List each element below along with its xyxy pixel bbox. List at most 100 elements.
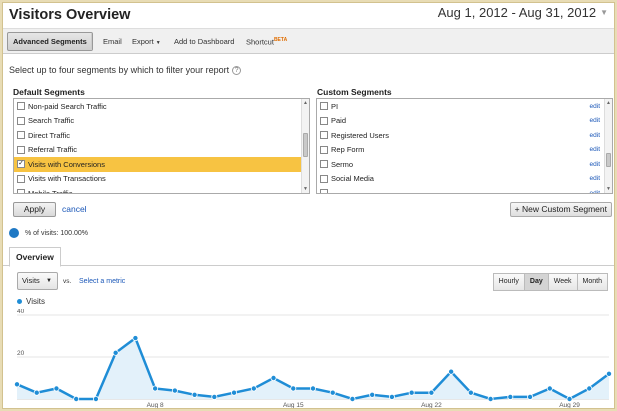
- edit-segment-link[interactable]: edit: [590, 117, 600, 124]
- segment-checkbox[interactable]: [17, 189, 25, 193]
- custom-segment-item[interactable]: PI edit: [317, 99, 612, 114]
- visits-point[interactable]: [428, 389, 435, 396]
- edit-segment-link[interactable]: edit: [590, 175, 600, 182]
- visits-point[interactable]: [112, 349, 119, 356]
- segment-checkbox[interactable]: [320, 160, 328, 169]
- edit-segment-link[interactable]: edit: [590, 190, 600, 193]
- default-segment-item[interactable]: Mobile Traffic: [14, 186, 309, 193]
- granularity-month-button[interactable]: Month: [576, 273, 608, 291]
- scrollbar-thumb[interactable]: [606, 153, 611, 167]
- visits-point[interactable]: [369, 391, 376, 398]
- visits-point[interactable]: [586, 385, 593, 392]
- segment-instructions: Select up to four segments by which to f…: [9, 65, 242, 75]
- default-segment-item[interactable]: Visits with Transactions: [14, 172, 309, 187]
- add-to-dashboard-button[interactable]: Add to Dashboard: [174, 37, 234, 46]
- apply-button[interactable]: Apply: [13, 202, 56, 217]
- segment-checkbox[interactable]: [17, 116, 25, 125]
- segment-checkbox[interactable]: [320, 102, 328, 111]
- new-custom-segment-button[interactable]: + New Custom Segment: [509, 202, 612, 217]
- visits-point[interactable]: [152, 385, 159, 392]
- custom-segments-scrollbar[interactable]: ▲ ▼: [604, 99, 612, 193]
- segment-checkbox[interactable]: [320, 189, 328, 193]
- scroll-up-icon[interactable]: ▲: [302, 100, 309, 106]
- custom-segment-item[interactable]: edit: [317, 186, 612, 193]
- toolbar: Advanced Segments Email Export ▼ Add to …: [3, 28, 614, 54]
- segment-checkbox[interactable]: [17, 174, 25, 183]
- visits-point[interactable]: [231, 389, 238, 396]
- pct-visits-text: % of visits: 100.00%: [25, 229, 89, 237]
- scroll-down-icon[interactable]: ▼: [605, 186, 612, 192]
- visits-point[interactable]: [171, 387, 178, 394]
- visits-point[interactable]: [33, 389, 40, 396]
- segment-label: PI: [331, 101, 339, 111]
- x-tick-label: Aug 15: [283, 402, 304, 409]
- visits-point[interactable]: [388, 393, 395, 400]
- visits-point[interactable]: [487, 396, 494, 403]
- x-tick-label: Aug 22: [421, 402, 442, 409]
- visits-point[interactable]: [349, 396, 356, 403]
- edit-segment-link[interactable]: edit: [590, 146, 600, 153]
- scrollbar-thumb[interactable]: [303, 133, 308, 157]
- export-button[interactable]: Export ▼: [132, 37, 161, 46]
- segment-checkbox[interactable]: [17, 131, 25, 140]
- segment-checkbox[interactable]: [17, 145, 25, 154]
- granularity-day-button[interactable]: Day: [523, 273, 549, 291]
- scroll-down-icon[interactable]: ▼: [302, 186, 309, 192]
- cancel-link[interactable]: cancel: [62, 204, 87, 214]
- default-segments-scrollbar[interactable]: ▲ ▼: [301, 99, 309, 193]
- shortcut-button[interactable]: ShortcutBETA: [246, 37, 287, 47]
- advanced-segments-button[interactable]: Advanced Segments: [7, 32, 93, 51]
- scroll-up-icon[interactable]: ▲: [605, 100, 612, 106]
- visits-point[interactable]: [191, 391, 198, 398]
- granularity-week-button[interactable]: Week: [547, 273, 578, 291]
- custom-segment-item[interactable]: Social Media edit: [317, 172, 612, 187]
- default-segment-item[interactable]: ✓ Visits with Conversions: [14, 157, 309, 172]
- tab-overview[interactable]: Overview: [9, 247, 61, 267]
- visits-point[interactable]: [606, 370, 613, 377]
- visits-point[interactable]: [546, 385, 553, 392]
- visits-point[interactable]: [566, 396, 573, 403]
- email-button[interactable]: Email: [103, 37, 122, 46]
- segment-checkbox[interactable]: [320, 116, 328, 125]
- date-range-picker[interactable]: Aug 1, 2012 - Aug 31, 2012 ▼: [438, 5, 608, 20]
- visits-point[interactable]: [13, 381, 20, 388]
- visits-point[interactable]: [507, 393, 514, 400]
- visits-point[interactable]: [132, 335, 139, 342]
- select-metric-link[interactable]: Select a metric: [79, 278, 125, 285]
- custom-segment-item[interactable]: Paid edit: [317, 114, 612, 129]
- custom-segment-item[interactable]: Sermo edit: [317, 157, 612, 172]
- visits-point[interactable]: [211, 393, 218, 400]
- toolbar-divider: [91, 33, 92, 50]
- edit-segment-link[interactable]: edit: [590, 161, 600, 168]
- custom-segment-item[interactable]: Registered Users edit: [317, 128, 612, 143]
- visits-point[interactable]: [270, 375, 277, 382]
- visits-point[interactable]: [73, 396, 80, 403]
- visits-point[interactable]: [527, 393, 534, 400]
- help-icon[interactable]: ?: [232, 65, 242, 75]
- metric-select[interactable]: Visits ▼: [17, 272, 58, 290]
- visits-point[interactable]: [92, 396, 99, 403]
- default-segment-item[interactable]: Direct Traffic: [14, 128, 309, 143]
- default-segment-item[interactable]: Referral Traffic: [14, 143, 309, 158]
- visits-point[interactable]: [53, 385, 60, 392]
- visits-point[interactable]: [467, 389, 474, 396]
- default-segment-item[interactable]: Search Traffic: [14, 114, 309, 129]
- visits-point[interactable]: [250, 385, 257, 392]
- segment-checkbox[interactable]: ✓: [17, 160, 25, 169]
- y-tick-label: 20: [17, 350, 25, 357]
- segment-checkbox[interactable]: [320, 131, 328, 140]
- custom-segment-item[interactable]: Rep Form edit: [317, 143, 612, 158]
- visits-point[interactable]: [448, 368, 455, 375]
- segment-checkbox[interactable]: [17, 102, 25, 111]
- visits-point[interactable]: [309, 385, 316, 392]
- edit-segment-link[interactable]: edit: [590, 103, 600, 110]
- segment-checkbox[interactable]: [320, 145, 328, 154]
- visits-point[interactable]: [329, 389, 336, 396]
- visits-point[interactable]: [290, 385, 297, 392]
- edit-segment-link[interactable]: edit: [590, 132, 600, 139]
- granularity-toggle: Hourly Day Week Month: [492, 273, 608, 291]
- segment-checkbox[interactable]: [320, 174, 328, 183]
- visits-point[interactable]: [408, 389, 415, 396]
- granularity-hourly-button[interactable]: Hourly: [492, 273, 525, 291]
- default-segment-item[interactable]: Non-paid Search Traffic: [14, 99, 309, 114]
